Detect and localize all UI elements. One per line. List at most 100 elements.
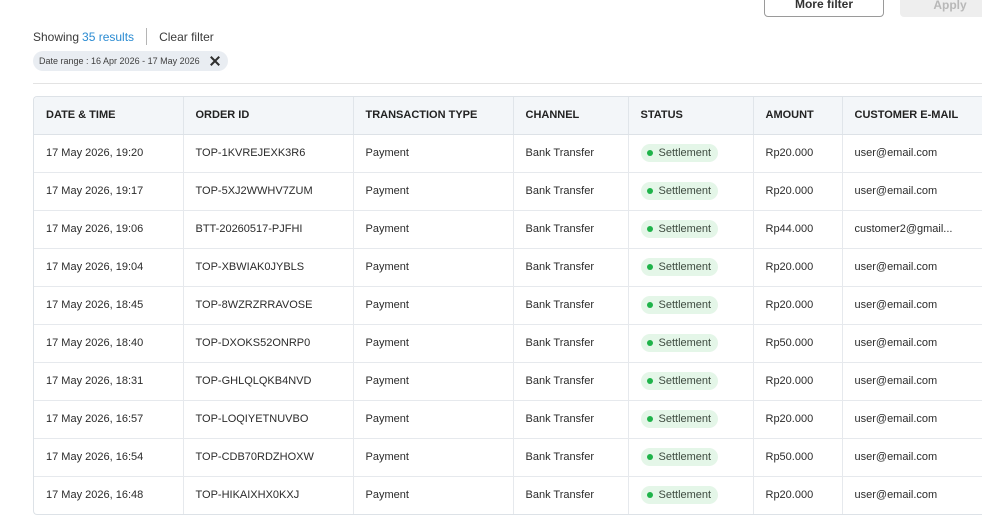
status-dot-icon [646,302,653,308]
apply-button[interactable]: Apply [900,0,982,17]
cell-amount: Rp20.000 [753,400,843,439]
table-row[interactable]: 17 May 2026, 18:31 TOP-GHLQLQKB4NVD Paymen… [34,362,982,401]
cell-channel: Bank Transfer [513,324,629,363]
summary-divider [146,28,148,45]
table-row[interactable]: 17 May 2026, 18:40 TOP-DXOKS52ONRP0 Paymen… [34,324,982,363]
cell-amount: Rp50.000 [753,438,843,477]
cell-channel: Bank Transfer [513,362,629,401]
cell-amount: Rp44.000 [753,210,843,249]
status-badge: Settlement [640,448,719,466]
clear-filter-link[interactable]: Clear filter [159,30,214,44]
status-dot-icon [646,188,653,194]
status-label: Settlement [658,413,712,425]
status-dot-icon [646,416,653,422]
table-row[interactable]: 17 May 2026, 19:04 TOP-XBWIAK0JYBLS Paymen… [34,248,982,287]
status-badge: Settlement [640,144,719,162]
status-dot-icon [646,150,653,156]
cell-customer-email: user@email.com [842,248,982,287]
cell-order-id: TOP-5XJ2WWHV7ZUM [183,172,354,211]
cell-order-id: BTT-20260517-PJFHI [183,210,354,249]
column-header-status[interactable]: STATUS [628,97,754,135]
divider [33,83,982,84]
cell-amount: Rp20.000 [753,248,843,287]
cell-customer-email: user@email.com [842,476,982,514]
cell-transaction-type: Payment [353,476,514,514]
cell-status: Settlement [628,210,754,249]
close-icon[interactable] [209,55,221,67]
column-header-customer-email[interactable]: CUSTOMER E-MAIL [842,97,982,135]
table-header-row: DATE & TIME ORDER ID TRANSACTION TYPE CH… [34,97,982,135]
status-label: Settlement [658,299,712,311]
cell-transaction-type: Payment [353,286,514,325]
more-filter-button[interactable]: More filter [764,0,884,17]
cell-transaction-type: Payment [353,248,514,287]
cell-status: Settlement [628,172,754,211]
cell-customer-email: customer2@gmail... [842,210,982,249]
cell-amount: Rp20.000 [753,172,843,211]
cell-order-id: TOP-HIKAIXHX0KXJ [183,476,354,514]
cell-date-time: 17 May 2026, 16:54 [34,438,184,477]
cell-date-time: 17 May 2026, 16:48 [34,476,184,514]
cell-customer-email: user@email.com [842,324,982,363]
status-dot-icon [646,264,653,270]
status-label: Settlement [658,451,712,463]
table-row[interactable]: 17 May 2026, 16:48 TOP-HIKAIXHX0KXJ Paymen… [34,476,982,514]
cell-transaction-type: Payment [353,172,514,211]
cell-date-time: 17 May 2026, 19:20 [34,134,184,173]
cell-status: Settlement [628,324,754,363]
cell-status: Settlement [628,362,754,401]
status-dot-icon [646,378,653,384]
status-badge: Settlement [640,220,719,238]
status-label: Settlement [658,185,712,197]
cell-date-time: 17 May 2026, 18:45 [34,286,184,325]
cell-customer-email: user@email.com [842,134,982,173]
cell-order-id: TOP-DXOKS52ONRP0 [183,324,354,363]
table-row[interactable]: 17 May 2026, 19:17 TOP-5XJ2WWHV7ZUM Paymen… [34,172,982,211]
cell-customer-email: user@email.com [842,438,982,477]
column-header-channel[interactable]: CHANNEL [513,97,629,135]
transactions-table: DATE & TIME ORDER ID TRANSACTION TYPE CH… [33,96,982,515]
column-header-date-time[interactable]: DATE & TIME [34,97,184,135]
status-badge: Settlement [640,182,719,200]
showing-label: Showing [33,29,80,44]
status-badge: Settlement [640,258,719,276]
cell-amount: Rp20.000 [753,134,843,173]
table-row[interactable]: 17 May 2026, 16:57 TOP-LOQIYETNUVBO Paymen… [34,400,982,439]
cell-channel: Bank Transfer [513,134,629,173]
results-count: 35 results [82,29,135,44]
table-row[interactable]: 17 May 2026, 19:06 BTT-20260517-PJFHI Paym… [34,210,982,249]
cell-order-id: TOP-LOQIYETNUVBO [183,400,354,439]
cell-date-time: 17 May 2026, 16:57 [34,400,184,439]
date-range-chip-label: Date range : 16 Apr 2026 - 17 May 2026 [39,56,200,66]
cell-transaction-type: Payment [353,438,514,477]
cell-status: Settlement [628,134,754,173]
cell-order-id: TOP-1KVREJEXK3R6 [183,134,354,173]
cell-channel: Bank Transfer [513,210,629,249]
table-row[interactable]: 17 May 2026, 18:45 TOP-8WZRZRRAVOSE Paymen… [34,286,982,325]
cell-transaction-type: Payment [353,362,514,401]
cell-status: Settlement [628,248,754,287]
cell-amount: Rp20.000 [753,362,843,401]
cell-transaction-type: Payment [353,210,514,249]
date-range-chip: Date range : 16 Apr 2026 - 17 May 2026 [33,51,228,71]
table-row[interactable]: 17 May 2026, 16:54 TOP-CDB70RDZHOXW Paymen… [34,438,982,477]
status-dot-icon [646,454,653,460]
cell-channel: Bank Transfer [513,438,629,477]
cell-amount: Rp20.000 [753,476,843,514]
status-label: Settlement [658,375,712,387]
status-label: Settlement [658,223,712,235]
status-dot-icon [646,340,653,346]
cell-order-id: TOP-CDB70RDZHOXW [183,438,354,477]
status-badge: Settlement [640,296,719,314]
column-header-amount[interactable]: AMOUNT [753,97,843,135]
cell-channel: Bank Transfer [513,172,629,211]
cell-status: Settlement [628,438,754,477]
table-row[interactable]: 17 May 2026, 19:20 TOP-1KVREJEXK3R6 Paymen… [34,134,982,173]
column-header-order-id[interactable]: ORDER ID [183,97,354,135]
status-dot-icon [646,492,653,499]
cell-amount: Rp20.000 [753,286,843,325]
column-header-transaction-type[interactable]: TRANSACTION TYPE [353,97,514,135]
cell-customer-email: user@email.com [842,286,982,325]
cell-channel: Bank Transfer [513,248,629,287]
status-badge: Settlement [640,334,719,352]
